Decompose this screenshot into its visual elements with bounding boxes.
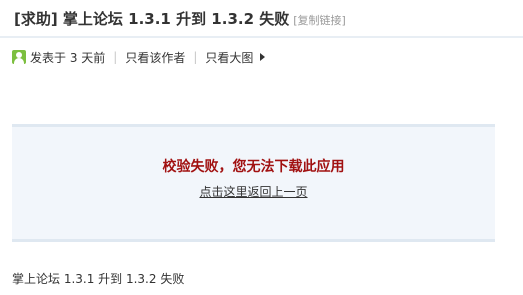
page: [求助] 掌上论坛 1.3.1 升到 1.3.2 失败 [复制链接] 发表于 3… (0, 0, 523, 295)
error-message: 校验失败，您无法下载此应用 (162, 159, 345, 175)
only-author-link[interactable]: 只看该作者 (125, 49, 185, 66)
footer-thread-title: 掌上论坛 1.3.1 升到 1.3.2 失败 (12, 272, 185, 286)
back-link[interactable]: 点击这里返回上一页 (12, 183, 495, 200)
thread-title: [求助] 掌上论坛 1.3.1 升到 1.3.2 失败 (14, 10, 290, 28)
header-divider (0, 36, 523, 38)
copy-link-button[interactable]: [复制链接] (293, 12, 346, 28)
user-icon (12, 50, 26, 64)
post-time: 发表于 3 天前 (30, 50, 106, 65)
only-images-link[interactable]: 只看大图 (205, 49, 253, 66)
separator: | (193, 50, 198, 64)
play-arrow-icon[interactable] (260, 53, 266, 61)
separator: | (113, 50, 118, 64)
post-meta-bar: 发表于 3 天前 | 只看该作者 | 只看大图 (12, 48, 266, 66)
thread-header: [求助] 掌上论坛 1.3.1 升到 1.3.2 失败 [复制链接] (14, 8, 346, 30)
error-notice-box: 校验失败，您无法下载此应用 点击这里返回上一页 (12, 124, 495, 242)
